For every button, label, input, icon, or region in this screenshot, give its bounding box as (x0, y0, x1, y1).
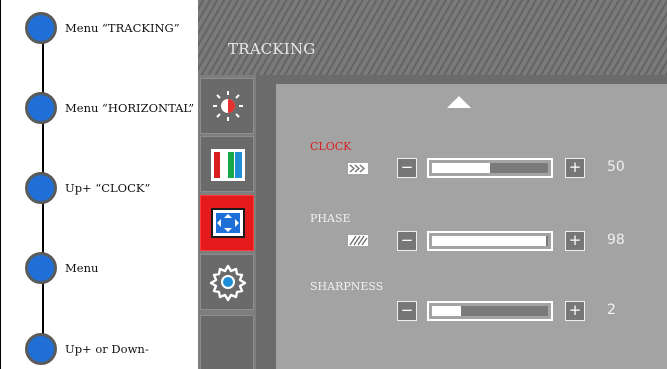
osd-title: TRACKING (228, 40, 316, 58)
phase-value: 98 (607, 232, 625, 248)
step-dot-icon (25, 252, 57, 284)
step-5: Up+ or Down- (25, 333, 200, 367)
step-dot-icon (25, 12, 57, 44)
clock-pattern-icon (348, 163, 368, 174)
step-3: Up+ “CLOCK” (25, 172, 200, 206)
clock-minus-button[interactable]: − (397, 158, 417, 178)
instruction-steps: Menu “TRACKING” Menu “HORIZONTAL” Up+ “C… (0, 0, 198, 369)
clock-value: 50 (607, 159, 625, 175)
step-label: Up+ “CLOCK” (65, 181, 151, 195)
phase-plus-button[interactable]: + (565, 231, 585, 251)
sharpness-value: 2 (607, 302, 616, 318)
step-dot-icon (25, 172, 57, 204)
tab-color[interactable] (200, 136, 254, 192)
phase-pattern-icon (348, 235, 368, 246)
osd-header: TRACKING (198, 0, 667, 75)
screen-position-icon (211, 208, 245, 238)
brightness-icon (213, 91, 243, 121)
step-label: Menu “HORIZONTAL” (65, 101, 195, 115)
sharpness-slider[interactable] (427, 301, 553, 321)
phase-slider-track (432, 236, 548, 246)
clock-plus-button[interactable]: + (565, 158, 585, 178)
step-label: Menu (65, 261, 99, 275)
step-dot-icon (25, 92, 57, 124)
tab-settings[interactable] (200, 254, 254, 310)
step-1: Menu “TRACKING” (25, 12, 200, 46)
sharpness-minus-button[interactable]: − (397, 301, 417, 321)
step-dot-icon (25, 333, 57, 365)
scroll-up-arrow-icon[interactable] (447, 96, 471, 108)
clock-slider[interactable] (427, 158, 553, 178)
phase-minus-button[interactable]: − (397, 231, 417, 251)
tab-screen-position[interactable] (200, 195, 254, 251)
color-bars-icon (211, 149, 245, 181)
phase-slider[interactable] (427, 231, 553, 251)
setting-label-clock: CLOCK (310, 140, 352, 153)
setting-label-phase: PHASE (310, 212, 351, 225)
tab-brightness[interactable] (200, 78, 254, 134)
step-label: Menu “TRACKING” (65, 21, 180, 35)
setting-label-sharpness: SHARPNESS (310, 280, 384, 293)
step-4: Menu (25, 252, 200, 286)
clock-slider-track (432, 163, 548, 173)
step-2: Menu “HORIZONTAL” (25, 92, 200, 126)
osd-tab-bar (198, 75, 256, 369)
osd-menu: TRACKING CLOCK − + 50 PHASE − + 98 SHARP… (198, 0, 667, 369)
sharpness-plus-button[interactable]: + (565, 301, 585, 321)
gear-icon (209, 264, 247, 302)
clock-slider-fill (432, 163, 490, 173)
phase-slider-fill (432, 236, 546, 246)
sharpness-slider-track (432, 306, 548, 316)
step-label: Up+ or Down- (65, 342, 149, 356)
tab-blank[interactable] (200, 315, 254, 369)
osd-content-panel: CLOCK − + 50 PHASE − + 98 SHARPNESS − + … (276, 84, 667, 369)
sharpness-slider-fill (432, 306, 461, 316)
